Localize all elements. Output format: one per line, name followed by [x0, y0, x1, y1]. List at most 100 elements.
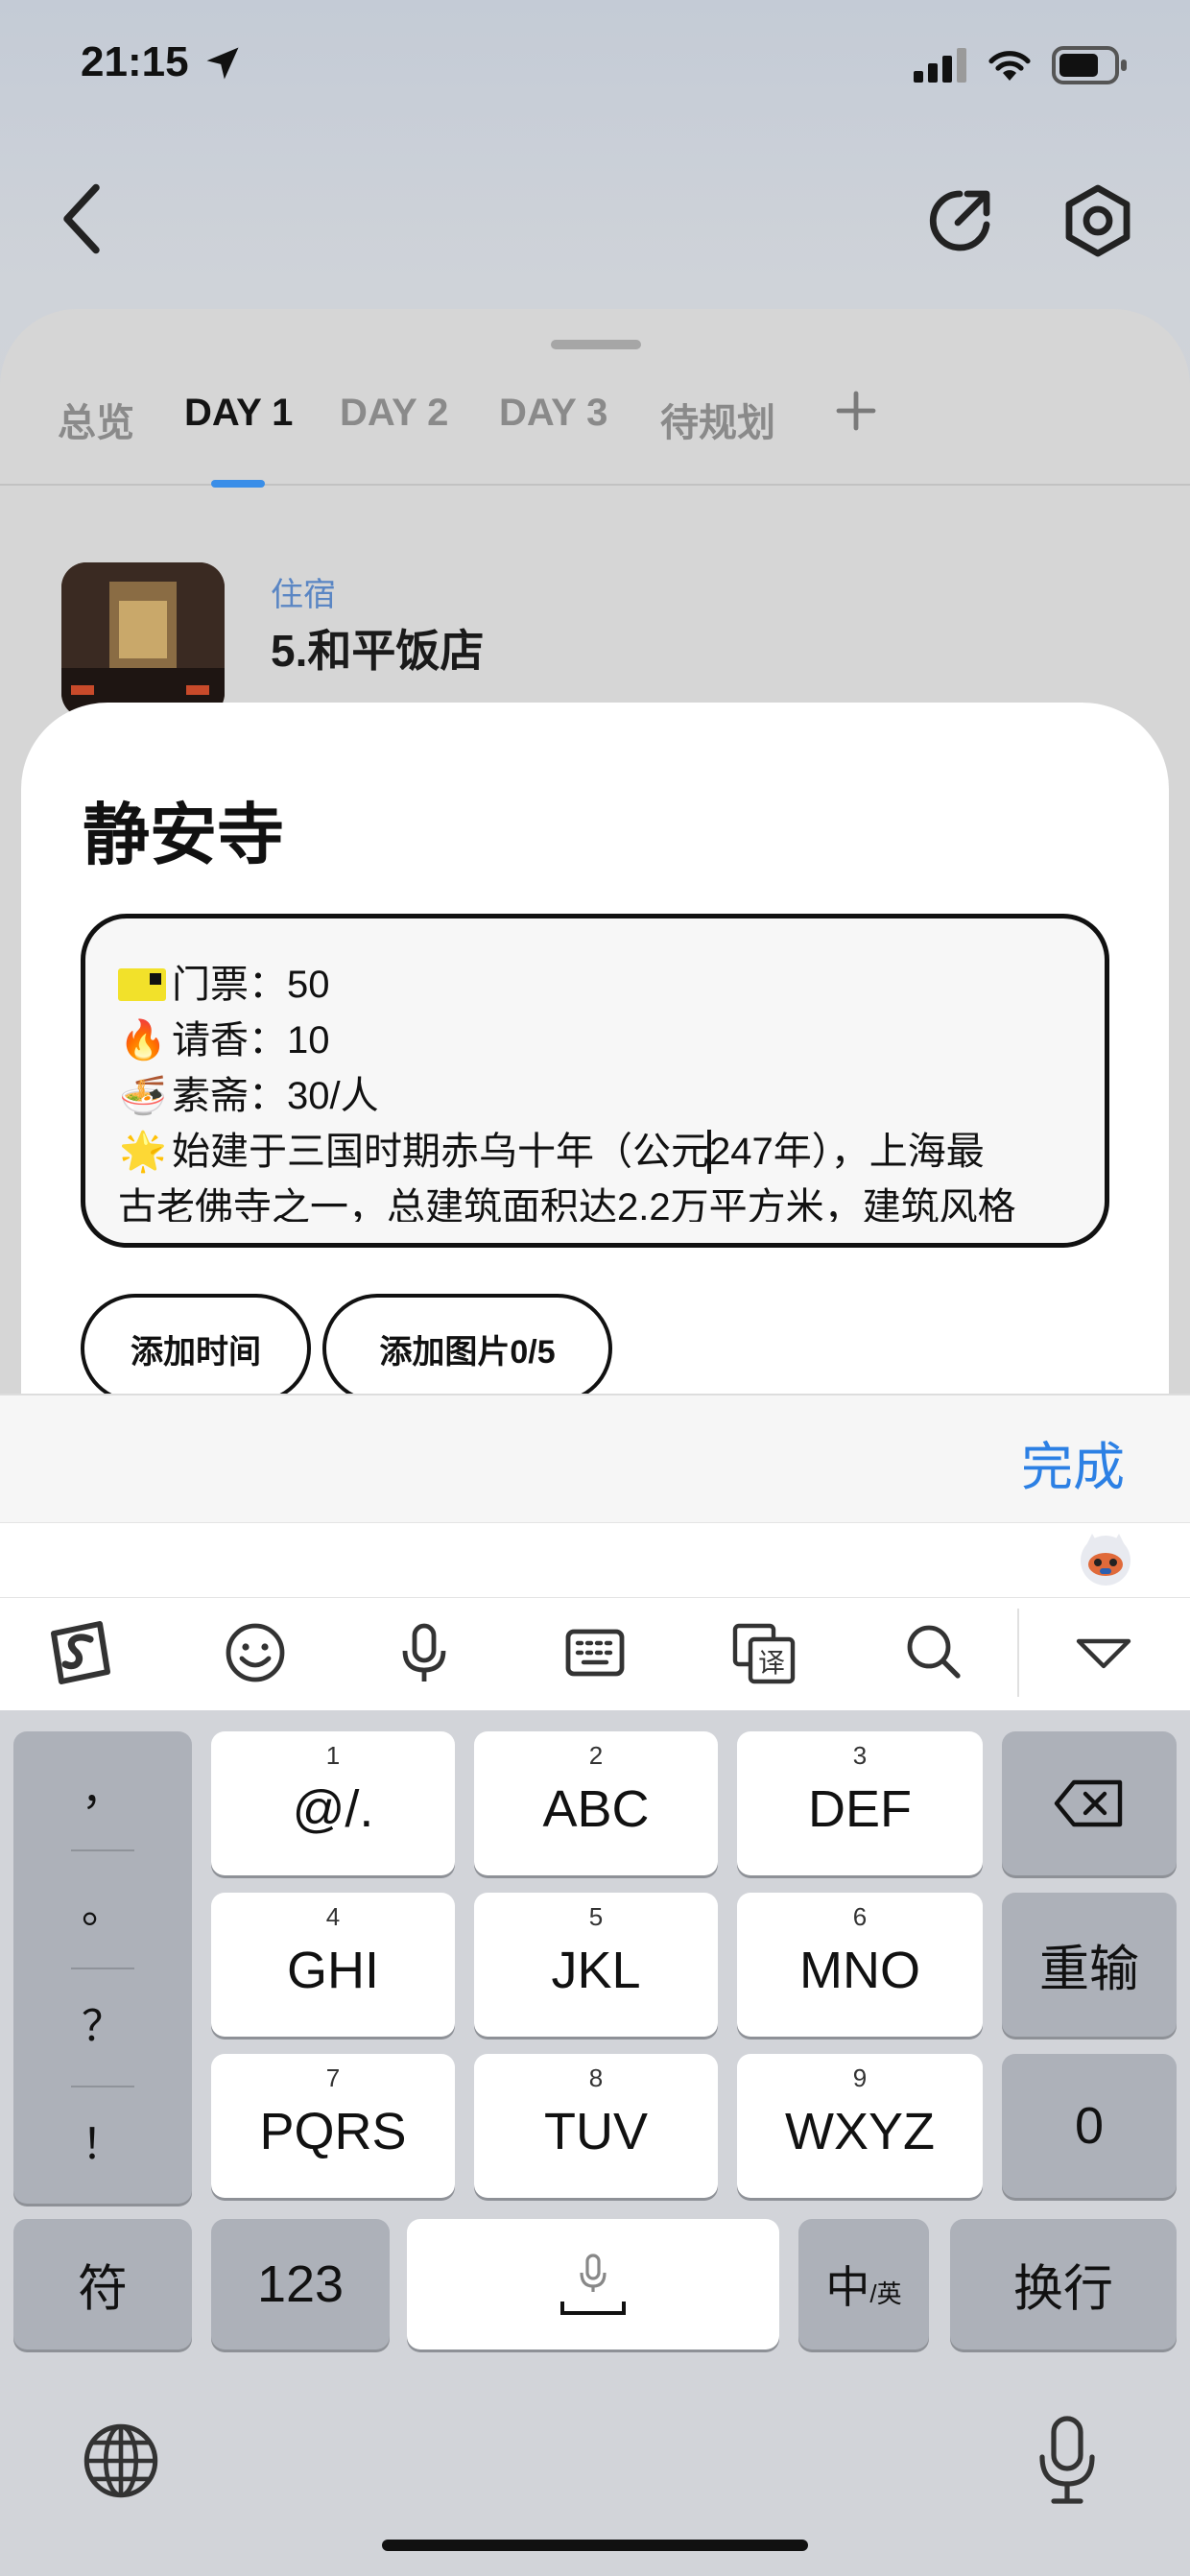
- retype-key[interactable]: 重输: [1002, 1893, 1177, 2037]
- numbers-key[interactable]: 123: [211, 2219, 390, 2349]
- note-ticket-text: 门票：50: [172, 964, 330, 1006]
- tab-day-2[interactable]: DAY 2: [340, 392, 448, 435]
- back-chevron-icon[interactable]: [58, 182, 106, 255]
- key-number: 5: [588, 1902, 604, 1931]
- location-arrow-icon: [206, 47, 239, 80]
- key-number: 2: [588, 1741, 604, 1770]
- svg-text:译: 译: [758, 1647, 785, 1679]
- key-4-ghi[interactable]: 4 GHI: [211, 1893, 455, 2037]
- noodle-bowl-icon: 🍜: [119, 1075, 167, 1117]
- note-line-vegetarian: 🍜 素斋：30/人: [118, 1068, 1066, 1124]
- cellular-signal-icon: [914, 48, 966, 83]
- notes-textarea[interactable]: 门票：50 🔥 请香：10 🍜 素斋：30/人 🌟 始建于三国时期赤乌十年（公元…: [81, 914, 1109, 1248]
- key-6-mno[interactable]: 6 MNO: [737, 1893, 983, 2037]
- voice-input-icon[interactable]: [390, 1618, 459, 1687]
- lang-main-label: 中: [825, 2262, 870, 2312]
- ime-mascot-icon[interactable]: [1077, 1530, 1134, 1587]
- key-label: 换行: [1012, 2261, 1113, 2318]
- hotel-name[interactable]: 5.和平饭店: [271, 616, 484, 680]
- key-label: PQRS: [259, 2103, 407, 2160]
- key-number: 1: [325, 1741, 341, 1770]
- symbols-key[interactable]: 符: [13, 2219, 192, 2349]
- keyboard-accessory-bar: [0, 1394, 1190, 1522]
- key-label: ABC: [542, 1780, 650, 1838]
- hotel-thumbnail[interactable]: [61, 562, 225, 718]
- keyboard-switch-icon[interactable]: [560, 1618, 630, 1687]
- key-label: DEF: [808, 1780, 912, 1838]
- key-label: 0: [1074, 2097, 1105, 2155]
- key-2-abc[interactable]: 2 ABC: [474, 1731, 718, 1875]
- backspace-key[interactable]: [1002, 1731, 1177, 1875]
- punctuation-column: ， 。 ？ ！: [13, 1731, 192, 2204]
- key-label: @/.: [292, 1780, 374, 1838]
- wifi-icon: [988, 51, 1031, 81]
- key-label: MNO: [799, 1942, 920, 1999]
- add-time-button[interactable]: 添加时间: [81, 1294, 311, 1403]
- space-key[interactable]: [407, 2219, 779, 2349]
- status-time: 21:15: [81, 38, 189, 85]
- key-label: WXYZ: [785, 2103, 935, 2160]
- note-history-text-b: 247年），上海最: [709, 1131, 985, 1173]
- key-comma[interactable]: ，: [13, 1731, 192, 1849]
- key-1-symbols[interactable]: 1 @/.: [211, 1731, 455, 1875]
- key-question[interactable]: ？: [13, 1968, 192, 2086]
- key-label: 符: [77, 2261, 128, 2318]
- emoji-icon[interactable]: [221, 1618, 290, 1687]
- key-5-jkl[interactable]: 5 JKL: [474, 1893, 718, 2037]
- key-number: 3: [852, 1741, 868, 1770]
- ticket-icon: [118, 968, 166, 1001]
- ime-toolbar-separator: [1017, 1609, 1019, 1697]
- note-history-text-c: 古老佛寺之一，总建筑面积达2.2万平方米，建筑风格: [118, 1186, 1016, 1222]
- key-0[interactable]: 0: [1002, 2054, 1177, 2198]
- note-history-text-a: 始建于三国时期赤乌十年（公元: [172, 1131, 709, 1173]
- key-8-tuv[interactable]: 8 TUV: [474, 2054, 718, 2198]
- note-line-history: 🌟 始建于三国时期赤乌十年（公元 247年），上海最: [118, 1124, 1066, 1180]
- key-number: 9: [852, 2063, 868, 2092]
- battery-icon: [1052, 46, 1127, 84]
- note-vegetarian-text: 素斋：30/人: [172, 1075, 379, 1117]
- key-label: 中/英: [798, 2253, 929, 2316]
- collapse-keyboard-icon[interactable]: [1069, 1618, 1138, 1687]
- add-image-button[interactable]: 添加图片0/5: [322, 1294, 612, 1403]
- tab-divider: [0, 484, 1190, 486]
- lang-sub-label: /英: [869, 2279, 902, 2308]
- hotel-photo: [61, 562, 225, 718]
- backspace-icon: [1054, 1779, 1123, 1827]
- sogou-logo-icon[interactable]: [46, 1618, 115, 1687]
- search-icon[interactable]: [898, 1618, 967, 1687]
- key-label: 123: [256, 2255, 345, 2313]
- key-label: JKL: [551, 1942, 641, 1999]
- key-number: 8: [588, 2063, 604, 2092]
- ime-candidate-strip: [0, 1522, 1190, 1597]
- dictation-mic-icon[interactable]: [1036, 2415, 1098, 2507]
- globe-icon[interactable]: [81, 2421, 161, 2501]
- note-incense-text: 请香：10: [172, 1019, 330, 1061]
- key-number: 7: [325, 2063, 341, 2092]
- tab-day-1[interactable]: DAY 1: [184, 392, 293, 435]
- tab-to-plan[interactable]: 待规划: [660, 392, 775, 447]
- settings-icon[interactable]: [1059, 182, 1136, 259]
- sheet-grabber[interactable]: [551, 340, 641, 349]
- tab-overview[interactable]: 总览: [58, 392, 134, 447]
- translate-icon[interactable]: 译: [729, 1618, 798, 1687]
- tab-day-3[interactable]: DAY 3: [499, 392, 607, 435]
- active-tab-indicator: [211, 480, 265, 488]
- key-9-wxyz[interactable]: 9 WXYZ: [737, 2054, 983, 2198]
- key-7-pqrs[interactable]: 7 PQRS: [211, 2054, 455, 2198]
- add-tab-plus-icon[interactable]: [833, 388, 879, 434]
- note-line-incense: 🔥 请香：10: [118, 1013, 1066, 1068]
- hotel-type-label: 住宿: [271, 577, 336, 613]
- key-exclamation[interactable]: ！: [13, 2086, 192, 2204]
- language-switch-key[interactable]: 中/英: [798, 2219, 929, 2349]
- return-key[interactable]: 换行: [950, 2219, 1177, 2349]
- key-number: 4: [325, 1902, 341, 1931]
- key-label: GHI: [286, 1942, 379, 1999]
- share-icon[interactable]: [921, 182, 998, 259]
- fire-icon: 🔥: [119, 1019, 167, 1061]
- space-mic-icon: [560, 2254, 626, 2315]
- home-indicator[interactable]: [382, 2540, 808, 2551]
- key-3-def[interactable]: 3 DEF: [737, 1731, 983, 1875]
- star-icon: 🌟: [119, 1131, 167, 1173]
- key-period[interactable]: 。: [13, 1849, 192, 1968]
- done-button[interactable]: 完成: [1021, 1424, 1125, 1500]
